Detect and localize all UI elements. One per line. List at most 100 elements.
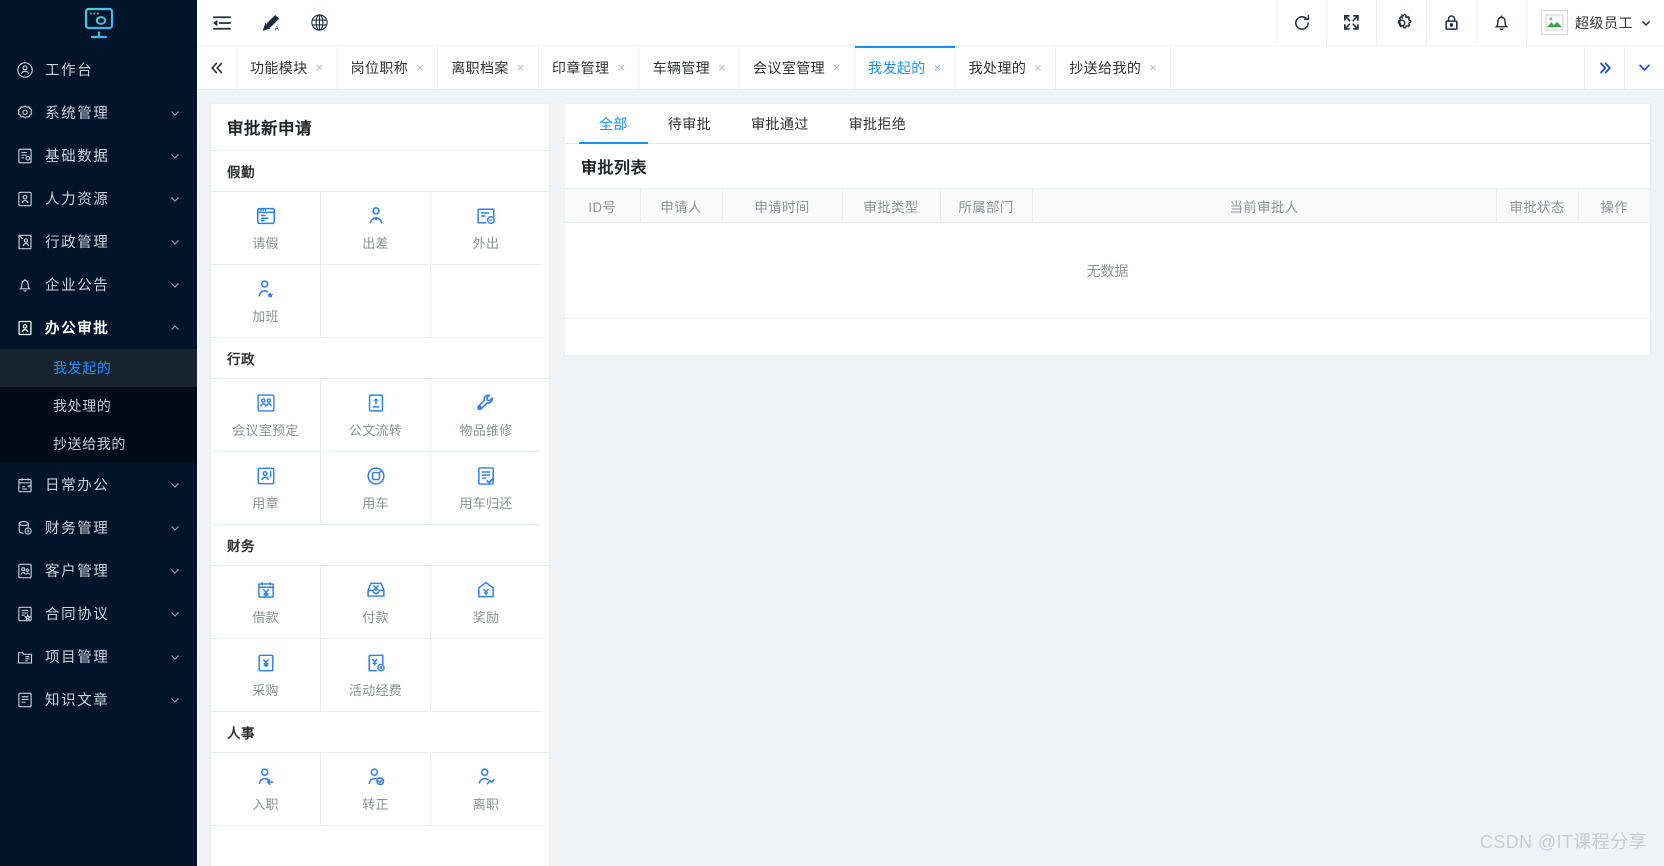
tab-label: 抄送给我的 bbox=[1069, 59, 1142, 76]
table-footer bbox=[565, 319, 1650, 355]
meeting-room-icon bbox=[255, 392, 277, 414]
tile-label: 付款 bbox=[362, 609, 389, 625]
filter-tab-label: 全部 bbox=[599, 115, 628, 132]
sidebar-item-zhishiwenzhang[interactable]: 知识文章 bbox=[0, 678, 197, 721]
sidebar-item-label: 办公审批 bbox=[45, 321, 110, 337]
sidebar-item-xingzhengguanli[interactable]: 行政管理 bbox=[0, 220, 197, 263]
tile-label: 活动经费 bbox=[348, 682, 403, 698]
car-return-icon bbox=[475, 465, 497, 487]
close-icon[interactable]: × bbox=[833, 61, 841, 74]
close-icon[interactable]: × bbox=[718, 61, 726, 74]
sidebar-item-kehuguanli[interactable]: 客户管理 bbox=[0, 549, 197, 592]
list-title: 审批列表 bbox=[581, 160, 648, 177]
tile-fukuan[interactable]: 付款 bbox=[321, 566, 431, 639]
close-icon[interactable]: × bbox=[316, 61, 324, 74]
sidebar-item-gongzuotai[interactable]: 工作台 bbox=[0, 48, 197, 91]
new-application-panel: 审批新申请 假勤 请假 出差 外出 加班 行政 会议室预定 公文流转 物品维修 … bbox=[210, 103, 550, 866]
sidebar-item-chaosonggeiwode[interactable]: 抄送给我的 bbox=[0, 425, 197, 463]
fullscreen-icon[interactable] bbox=[1326, 0, 1376, 46]
sidebar-item-bangongshenpi[interactable]: 办公审批 bbox=[0, 306, 197, 349]
filter-tab-all[interactable]: 全部 bbox=[579, 104, 648, 144]
tab-lizhidangan[interactable]: 离职档案 × bbox=[438, 46, 539, 89]
sidebar-item-xitongguanli[interactable]: 系统管理 bbox=[0, 91, 197, 134]
language-globe-icon[interactable] bbox=[295, 0, 344, 46]
tile-gongwenliuzhuan[interactable]: 公文流转 bbox=[321, 379, 431, 452]
article-icon bbox=[15, 690, 34, 709]
tile-label: 借款 bbox=[252, 609, 279, 625]
leave-form-icon bbox=[255, 205, 277, 227]
sidebar-item-hetongxieyi[interactable]: 合同协议 bbox=[0, 592, 197, 635]
theme-brush-icon[interactable]: A bbox=[246, 0, 295, 46]
tile-huodongjingfei[interactable]: 活动经费 bbox=[321, 639, 431, 712]
sidebar-item-jichushuju[interactable]: 基础数据 bbox=[0, 134, 197, 177]
tile-zhuanzheng[interactable]: 转正 bbox=[321, 753, 431, 826]
tile-huiyishiyuding[interactable]: 会议室预定 bbox=[211, 379, 321, 452]
tab-huiyishiguanli[interactable]: 会议室管理 × bbox=[740, 46, 856, 89]
tile-ruzhi[interactable]: 入职 bbox=[211, 753, 321, 826]
tile-qingjia[interactable]: 请假 bbox=[211, 192, 321, 265]
close-icon[interactable]: × bbox=[1149, 61, 1157, 74]
tab-wochulide[interactable]: 我处理的 × bbox=[956, 46, 1057, 89]
tile-yongzhang[interactable]: 用章 bbox=[211, 452, 321, 525]
refresh-icon[interactable] bbox=[1276, 0, 1326, 46]
tile-yongche[interactable]: 用车 bbox=[321, 452, 431, 525]
double-chevron-right-icon[interactable] bbox=[1584, 46, 1624, 89]
tile-waichu[interactable]: 外出 bbox=[431, 192, 541, 265]
sidebar-item-richangbangong[interactable]: 日常办公 bbox=[0, 463, 197, 506]
filter-tab-pending[interactable]: 待审批 bbox=[648, 104, 731, 143]
tile-jiangli[interactable]: 奖励 bbox=[431, 566, 541, 639]
sidebar-item-caiwuguanli[interactable]: 财务管理 bbox=[0, 506, 197, 549]
group-title-caiwu: 财务 bbox=[211, 525, 549, 566]
close-icon[interactable]: × bbox=[617, 61, 625, 74]
tab-chaosonggeiwode[interactable]: 抄送给我的 × bbox=[1056, 46, 1172, 89]
tab-yinzhangguanli[interactable]: 印章管理 × bbox=[539, 46, 640, 89]
filter-tab-rejected[interactable]: 审批拒绝 bbox=[829, 104, 927, 143]
sidebar-item-wofaqide[interactable]: 我发起的 bbox=[0, 349, 197, 387]
close-icon[interactable]: × bbox=[416, 61, 424, 74]
tile-caigou[interactable]: 采购 bbox=[211, 639, 321, 712]
tile-label: 物品维修 bbox=[459, 422, 513, 438]
tile-grid-xingzheng: 会议室预定 公文流转 物品维修 用章 用车 用车归还 bbox=[211, 379, 549, 525]
car-use-icon bbox=[365, 465, 387, 487]
logo[interactable] bbox=[0, 0, 197, 46]
tile-yongcheguihuan[interactable]: 用车归还 bbox=[431, 452, 541, 525]
tab-label: 我发起的 bbox=[868, 59, 926, 76]
filter-tab-label: 审批通过 bbox=[751, 115, 809, 132]
lock-icon[interactable] bbox=[1426, 0, 1476, 46]
tab-bar: 功能模块 × 岗位职称 × 离职档案 × 印章管理 × 车辆管理 × 会议室管理… bbox=[197, 46, 1664, 90]
chevron-down-icon bbox=[171, 482, 179, 488]
chevron-down-icon bbox=[1641, 20, 1651, 26]
sidebar-item-label: 人力资源 bbox=[45, 192, 110, 208]
close-icon[interactable]: × bbox=[517, 61, 525, 74]
tile-lizhi[interactable]: 离职 bbox=[431, 753, 541, 826]
tile-wupinweixiu[interactable]: 物品维修 bbox=[431, 379, 541, 452]
tab-gongnengmokuai[interactable]: 功能模块 × bbox=[237, 46, 338, 89]
tab-dropdown-icon[interactable] bbox=[1624, 46, 1664, 89]
notification-bell-icon[interactable] bbox=[1476, 0, 1526, 46]
sidebar-item-qiyegonggao[interactable]: 企业公告 bbox=[0, 263, 197, 306]
tab-label: 我处理的 bbox=[968, 59, 1027, 76]
sidebar-item-label: 企业公告 bbox=[45, 278, 110, 294]
sidebar-item-wochulide[interactable]: 我处理的 bbox=[0, 387, 197, 425]
gear-icon[interactable] bbox=[1376, 0, 1426, 46]
tab-wofaqide[interactable]: 我发起的 × bbox=[855, 46, 956, 89]
user-menu[interactable]: 超级员工 bbox=[1526, 0, 1664, 46]
tile-jiekuan[interactable]: 借款 bbox=[211, 566, 321, 639]
sidebar-item-label: 行政管理 bbox=[45, 235, 110, 251]
sidebar-item-renliziyuan[interactable]: 人力资源 bbox=[0, 177, 197, 220]
tab-cheliangguanli[interactable]: 车辆管理 × bbox=[639, 46, 741, 89]
filter-tab-approved[interactable]: 审批通过 bbox=[731, 104, 829, 143]
double-chevron-left-icon[interactable] bbox=[197, 46, 237, 89]
sidebar-item-xiangmuguanli[interactable]: 项目管理 bbox=[0, 635, 197, 678]
column-header-action: 操作 bbox=[1578, 188, 1650, 223]
close-icon[interactable]: × bbox=[1034, 61, 1042, 74]
tab-gangweizhicheng[interactable]: 岗位职称 × bbox=[338, 46, 439, 89]
main-area: A 超级员工 功能模块 × 岗位职称 × 离职档案 × 印章管理 × 车辆管理 … bbox=[197, 0, 1664, 866]
tile-chuchai[interactable]: 出差 bbox=[321, 192, 431, 265]
tile-jiaban[interactable]: 加班 bbox=[211, 265, 321, 338]
chevron-down-icon bbox=[171, 697, 179, 703]
close-icon[interactable]: × bbox=[934, 61, 942, 74]
submenu-item-label: 抄送给我的 bbox=[53, 436, 126, 452]
menu-collapse-icon[interactable] bbox=[197, 0, 246, 46]
column-header-applicant: 申请人 bbox=[640, 188, 723, 223]
